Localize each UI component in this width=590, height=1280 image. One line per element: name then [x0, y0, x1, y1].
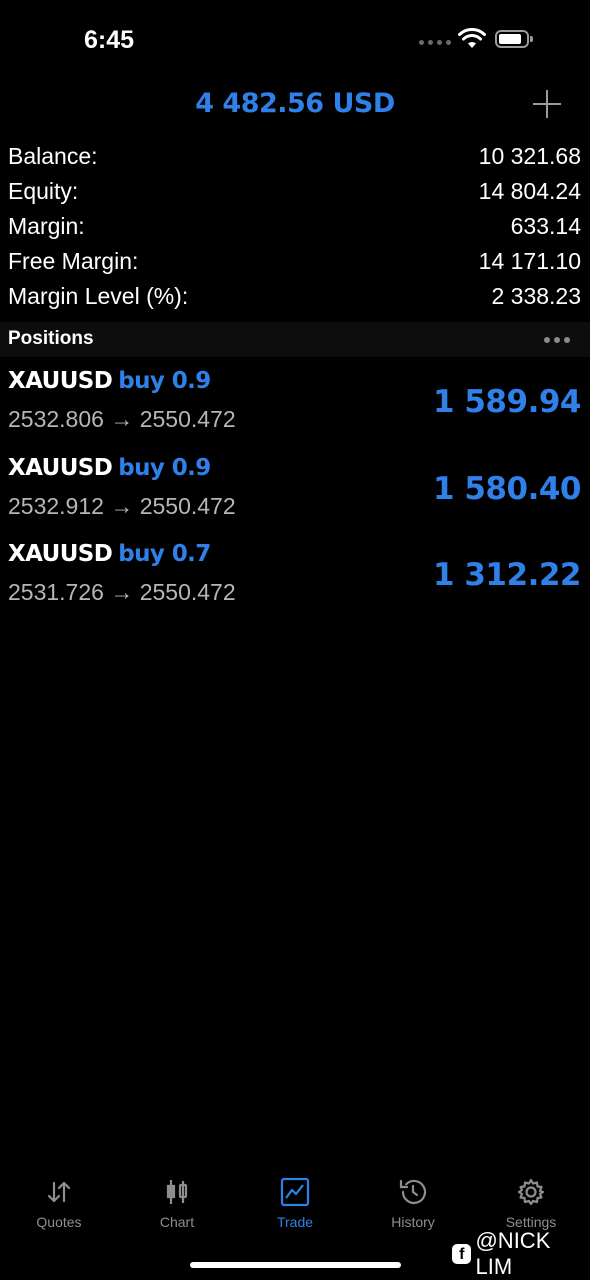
- position-prices: 2532.912 → 2550.472: [8, 492, 236, 519]
- summary-label: Free Margin:: [8, 248, 139, 274]
- header-title[interactable]: 4 482.56 USD: [0, 88, 590, 119]
- battery-icon: [495, 30, 533, 48]
- home-indicator[interactable]: [190, 1262, 401, 1268]
- tab-chart[interactable]: Chart: [118, 1172, 236, 1242]
- position-symbol-line: XAUUSD buy 0.7: [8, 541, 211, 567]
- summary-row-free-margin: Free Margin: 14 171.10: [8, 244, 581, 279]
- position-prices: 2531.726 → 2550.472: [8, 579, 236, 605]
- summary-value: 14 804.24: [478, 178, 581, 204]
- summary-label: Balance:: [8, 143, 98, 169]
- section-title: Positions: [8, 328, 94, 349]
- summary-label: Margin Level (%):: [8, 283, 189, 309]
- summary-row-equity: Equity: 14 804.24: [8, 174, 581, 209]
- header: 4 482.56 USD: [0, 82, 590, 126]
- summary-value: 10 321.68: [478, 143, 581, 169]
- position-symbol: XAUUSD: [8, 368, 113, 394]
- add-button[interactable]: [533, 90, 561, 118]
- wifi-icon: [458, 28, 486, 48]
- summary-label: Margin:: [8, 213, 85, 239]
- summary-row-margin: Margin: 633.14: [8, 209, 581, 244]
- positions-section-header: Positions: [0, 322, 590, 357]
- position-side: buy 0.9: [118, 454, 211, 481]
- tab-label: Chart: [159, 1214, 195, 1230]
- position-symbol: XAUUSD: [8, 454, 113, 481]
- account-summary: Balance: 10 321.68 Equity: 14 804.24 Mar…: [8, 139, 581, 314]
- facebook-icon: f: [452, 1244, 472, 1264]
- position-row[interactable]: XAUUSD buy 0.7 2531.726 → 2550.472 1 312.…: [0, 535, 590, 622]
- position-profit: 1 312.22: [433, 557, 582, 593]
- position-row[interactable]: XAUUSD buy 0.9 2532.806 → 2550.472 1 589.…: [0, 362, 590, 449]
- summary-value: 14 171.10: [478, 248, 581, 274]
- tab-label: Quotes: [36, 1214, 82, 1230]
- summary-label: Equity:: [8, 178, 79, 204]
- cellular-signal-icon: [419, 40, 451, 45]
- tab-quotes[interactable]: Quotes: [0, 1172, 118, 1242]
- position-prices: 2532.806 → 2550.472: [8, 406, 236, 432]
- summary-value: 2 338.23: [491, 283, 581, 309]
- summary-row-balance: Balance: 10 321.68: [8, 139, 581, 174]
- position-side: buy 0.7: [118, 541, 211, 567]
- summary-row-margin-level: Margin Level (%): 2 338.23: [8, 279, 581, 314]
- position-profit: 1 589.94: [433, 384, 582, 420]
- position-side: buy 0.9: [118, 368, 211, 394]
- status-bar: 6:45: [0, 0, 590, 80]
- history-icon: [399, 1179, 427, 1205]
- position-row[interactable]: XAUUSD buy 0.9 2532.912 → 2550.472 1 580.…: [0, 449, 590, 536]
- tab-trade[interactable]: Trade: [236, 1172, 354, 1242]
- gear-icon: [517, 1178, 545, 1206]
- watermark: f @NICK LIM: [452, 1228, 590, 1280]
- position-symbol-line: XAUUSD buy 0.9: [8, 455, 211, 481]
- position-profit: 1 580.40: [433, 470, 582, 507]
- summary-value: 633.14: [510, 213, 581, 239]
- more-icon[interactable]: [544, 337, 570, 343]
- watermark-text: @NICK LIM: [475, 1228, 551, 1279]
- quotes-icon: [47, 1181, 71, 1203]
- tab-label: Trade: [276, 1214, 314, 1230]
- position-symbol: XAUUSD: [8, 541, 113, 567]
- status-time: 6:45: [84, 26, 135, 54]
- chart-icon: [166, 1180, 188, 1204]
- position-symbol-line: XAUUSD buy 0.9: [8, 368, 211, 394]
- trade-icon: [280, 1177, 310, 1207]
- positions-list: XAUUSD buy 0.9 2532.806 → 2550.472 1 589.…: [0, 362, 590, 622]
